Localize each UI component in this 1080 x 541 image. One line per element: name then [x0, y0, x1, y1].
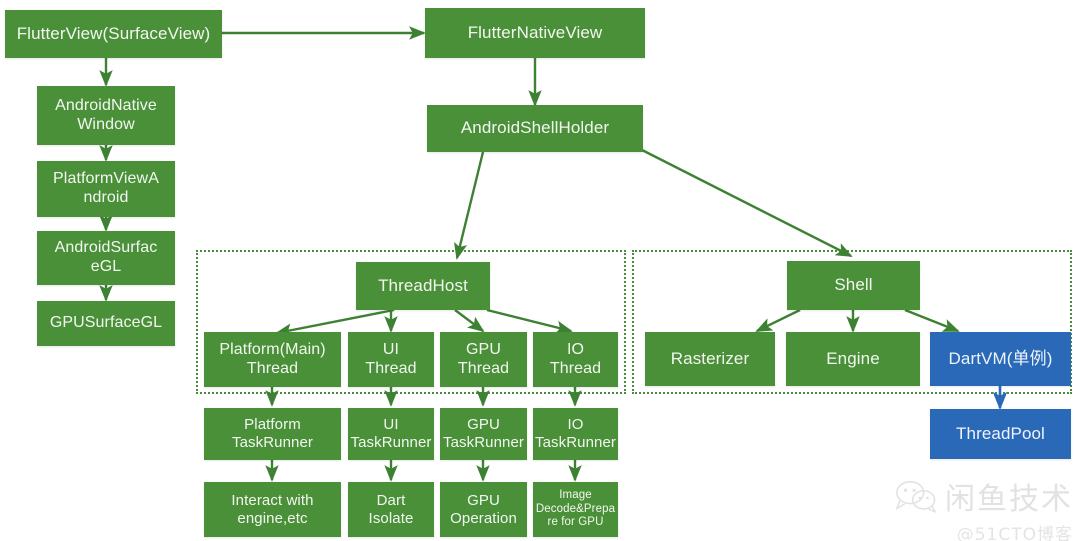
node-flutterview[interactable]: FlutterView(SurfaceView) — [5, 10, 222, 58]
node-androidsurfacegl[interactable]: AndroidSurfac eGL — [37, 231, 175, 285]
node-interactwithengine[interactable]: Interact with engine,etc — [204, 482, 341, 537]
watermark-brand: 闲鱼技术 — [945, 482, 1073, 517]
node-dartvm[interactable]: DartVM(单例) — [930, 332, 1071, 386]
node-platformtaskrunner[interactable]: Platform TaskRunner — [204, 408, 341, 460]
edge-androidshellholder-shell — [641, 148, 853, 258]
node-shell[interactable]: Shell — [787, 261, 920, 310]
node-gputhread[interactable]: GPU Thread — [440, 332, 527, 387]
node-platformthread[interactable]: Platform(Main) Thread — [204, 332, 341, 387]
node-rasterizer[interactable]: Rasterizer — [645, 332, 775, 386]
diagram-canvas: FlutterView(SurfaceView) AndroidNative W… — [0, 0, 1080, 541]
watermark-source: @51CTO博客 — [956, 525, 1073, 541]
node-gputaskrunner[interactable]: GPU TaskRunner — [440, 408, 527, 460]
node-androidnativewindow[interactable]: AndroidNative Window — [37, 86, 175, 145]
watermark-brand-row: 闲鱼技术 — [895, 474, 1073, 518]
node-iotaskrunner[interactable]: IO TaskRunner — [533, 408, 618, 460]
node-gpusurfacegl[interactable]: GPUSurfaceGL — [37, 301, 175, 346]
node-gpuoperation[interactable]: GPU Operation — [440, 482, 527, 537]
node-iothread[interactable]: IO Thread — [533, 332, 618, 387]
edge-androidshellholder-threadhost — [454, 151, 485, 260]
wechat-icon — [895, 480, 937, 513]
node-threadpool[interactable]: ThreadPool — [930, 409, 1071, 459]
watermark: 闲鱼技术 @51CTO博客 — [888, 474, 1073, 541]
node-uitaskrunner[interactable]: UI TaskRunner — [348, 408, 434, 460]
node-androidshellholder[interactable]: AndroidShellHolder — [427, 105, 643, 152]
node-uithread[interactable]: UI Thread — [348, 332, 434, 387]
node-platformviewandroid[interactable]: PlatformViewA ndroid — [37, 161, 175, 217]
node-imagedecode[interactable]: Image Decode&Prepa re for GPU — [533, 482, 618, 537]
node-engine[interactable]: Engine — [786, 332, 920, 386]
node-threadhost[interactable]: ThreadHost — [356, 262, 490, 310]
node-flutternativeview[interactable]: FlutterNativeView — [425, 8, 645, 58]
node-dartisolate[interactable]: Dart Isolate — [348, 482, 434, 537]
